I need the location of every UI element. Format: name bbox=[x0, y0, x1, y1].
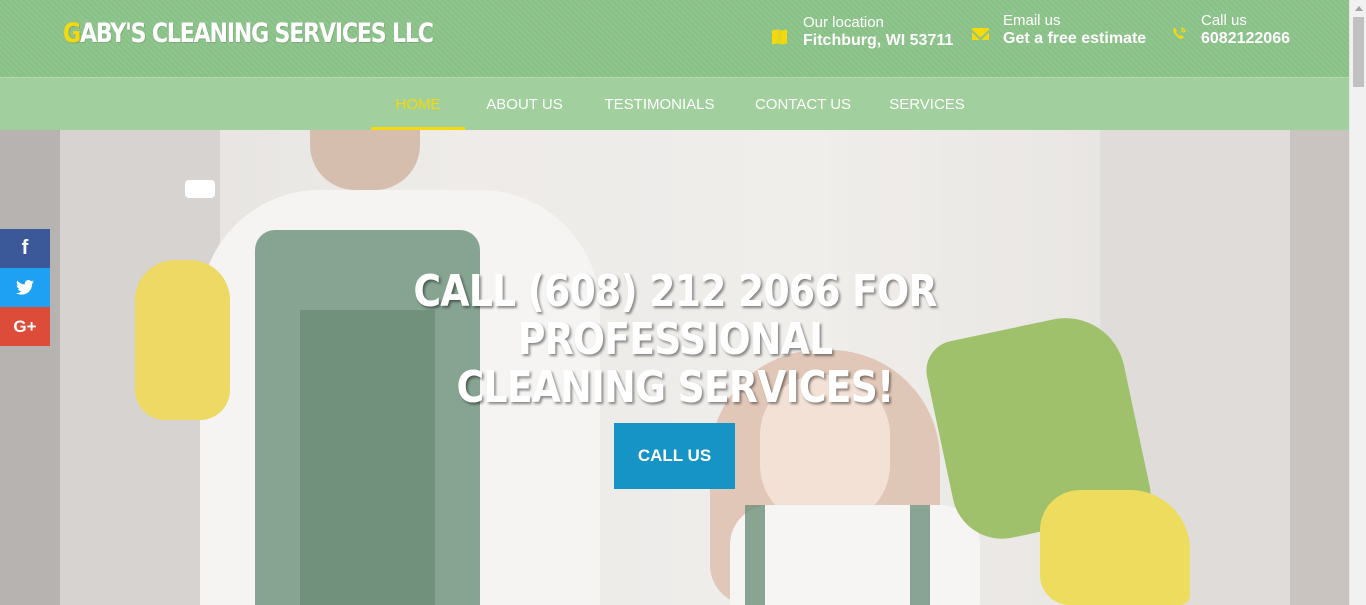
nav-about-us[interactable]: ABOUT US bbox=[476, 78, 573, 131]
main-nav: HOME ABOUT US TESTIMONIALS CONTACT US SE… bbox=[0, 77, 1349, 131]
hero-headline-line-1: CALL (608) 212 2066 FOR PROFESSIONAL bbox=[413, 266, 937, 365]
scrollbar-thumb[interactable] bbox=[1353, 17, 1364, 87]
facebook-icon: f bbox=[21, 237, 29, 259]
call-us-button[interactable]: CALL US bbox=[614, 423, 735, 489]
page-scrollbar[interactable] bbox=[1349, 0, 1366, 605]
location-value: Fitchburg, WI 53711 bbox=[803, 32, 954, 49]
logo-initial: G bbox=[63, 18, 81, 49]
hero-headline: CALL (608) 212 2066 FOR PROFESSIONAL CLE… bbox=[310, 268, 1041, 412]
nav-services[interactable]: SERVICES bbox=[882, 78, 972, 131]
facebook-share-button[interactable]: f bbox=[0, 229, 50, 268]
phone-icon bbox=[1170, 26, 1188, 42]
nav-contact-us[interactable]: CONTACT US bbox=[746, 78, 860, 131]
map-icon bbox=[772, 28, 790, 45]
hero-banner: CALL (608) 212 2066 FOR PROFESSIONAL CLE… bbox=[0, 130, 1349, 605]
site-logo[interactable]: GABY'S CLEANING SERVICES LLC bbox=[63, 18, 434, 49]
phone-label: Call us bbox=[1201, 12, 1247, 29]
nav-testimonials[interactable]: TESTIMONIALS bbox=[594, 78, 725, 131]
site-header: GABY'S CLEANING SERVICES LLC Our locatio… bbox=[0, 0, 1349, 77]
nav-home[interactable]: HOME bbox=[371, 78, 465, 131]
google-plus-share-button[interactable]: G+ bbox=[0, 307, 50, 346]
phone-value[interactable]: 6082122066 bbox=[1201, 30, 1290, 48]
email-value[interactable]: Get a free estimate bbox=[1003, 30, 1146, 48]
scroll-up-arrow-icon[interactable] bbox=[1350, 0, 1366, 17]
location-label: Our location bbox=[803, 14, 884, 31]
twitter-icon bbox=[0, 268, 50, 310]
email-label: Email us bbox=[1003, 12, 1061, 29]
envelope-icon bbox=[972, 26, 990, 42]
google-plus-icon: G+ bbox=[13, 317, 37, 336]
hero-headline-line-2: CLEANING SERVICES! bbox=[456, 362, 895, 413]
logo-text: ABY'S CLEANING SERVICES LLC bbox=[79, 18, 434, 49]
twitter-share-button[interactable] bbox=[0, 268, 50, 307]
